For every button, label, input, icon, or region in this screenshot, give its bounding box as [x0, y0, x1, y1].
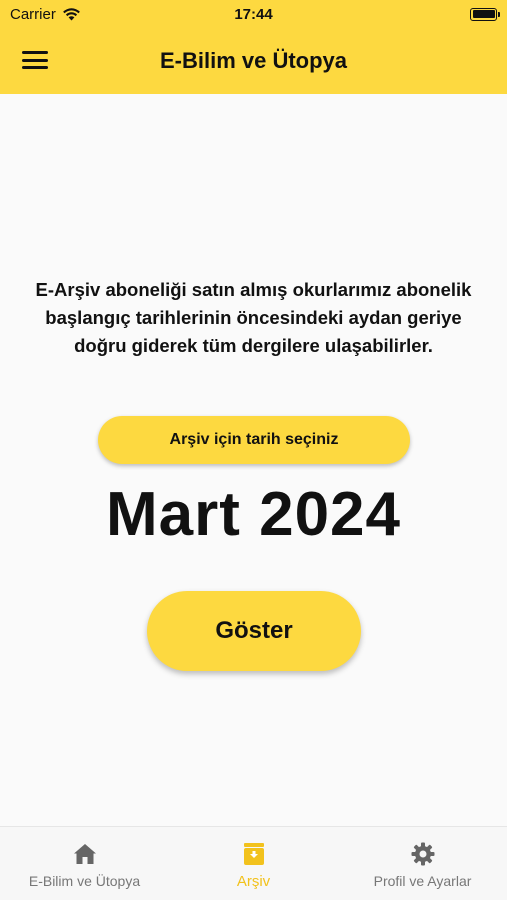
hamburger-menu-icon[interactable]	[22, 49, 48, 71]
tab-home[interactable]: E-Bilim ve Ütopya	[0, 827, 169, 900]
home-icon	[73, 844, 96, 864]
wifi-icon	[62, 8, 80, 21]
archive-icon	[243, 843, 264, 865]
page-title: E-Bilim ve Ütopya	[159, 48, 348, 73]
tab-archive[interactable]: Arşiv	[169, 827, 338, 900]
tab-profile-settings-label: Profil ve Ayarlar	[373, 873, 472, 889]
gear-icon	[411, 842, 434, 866]
app-header: E-Bilim ve Ütopya	[0, 28, 507, 94]
battery-icon	[470, 7, 500, 21]
show-button[interactable]: Göster	[147, 591, 361, 671]
battery-level	[472, 10, 495, 18]
tab-home-label: E-Bilim ve Ütopya	[28, 873, 141, 889]
tab-archive-label: Arşiv	[236, 873, 271, 890]
archive-description: E-Arşiv aboneliği satın almış okurlarımı…	[35, 279, 472, 356]
status-bar: Carrier 17:44	[0, 0, 507, 28]
tab-bar: E-Bilim ve Ütopya Arşiv Profil ve Ayarla…	[0, 826, 507, 900]
carrier-label: Carrier	[10, 5, 56, 23]
archive-content: E-Arşiv aboneliği satın almış okurlarımı…	[0, 94, 507, 826]
tab-profile-settings[interactable]: Profil ve Ayarlar	[338, 827, 507, 900]
select-date-button[interactable]: Arşiv için tarih seçiniz	[98, 416, 410, 464]
selected-date: Mart 2024	[105, 480, 402, 549]
status-left: Carrier	[10, 6, 81, 23]
